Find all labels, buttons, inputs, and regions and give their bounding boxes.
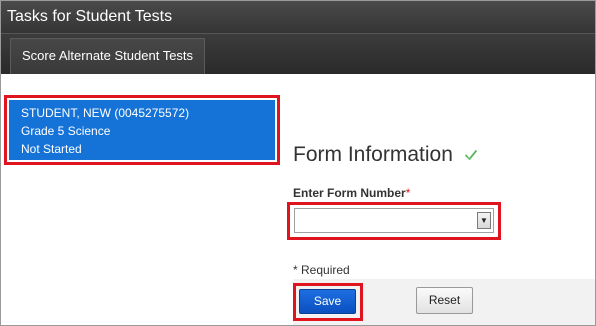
form-information-heading: Form Information [293,143,478,167]
student-card[interactable]: STUDENT, NEW (0045275572) Grade 5 Scienc… [9,100,275,160]
student-test: Grade 5 Science [21,124,111,138]
window-title: Tasks for Student Tests [1,1,595,33]
student-status: Not Started [21,142,82,156]
required-note: * Required [293,263,350,277]
app-window: Tasks for Student Tests Score Alternate … [0,0,596,326]
form-number-label: Enter Form Number* [293,186,410,200]
tab-bar: Score Alternate Student Tests [1,33,595,74]
save-button[interactable]: Save [299,289,356,314]
reset-button[interactable]: Reset [416,287,473,314]
checkmark-icon [464,150,477,160]
form-title-text: Form Information [293,143,453,166]
form-number-select[interactable]: ▼ [294,208,494,233]
required-asterisk: * [405,186,411,200]
student-name: STUDENT, NEW (0045275572) [21,106,190,120]
chevron-down-icon[interactable]: ▼ [477,212,491,229]
form-number-label-text: Enter Form Number [293,186,406,200]
tab-score-alternate-student-tests[interactable]: Score Alternate Student Tests [10,38,206,74]
